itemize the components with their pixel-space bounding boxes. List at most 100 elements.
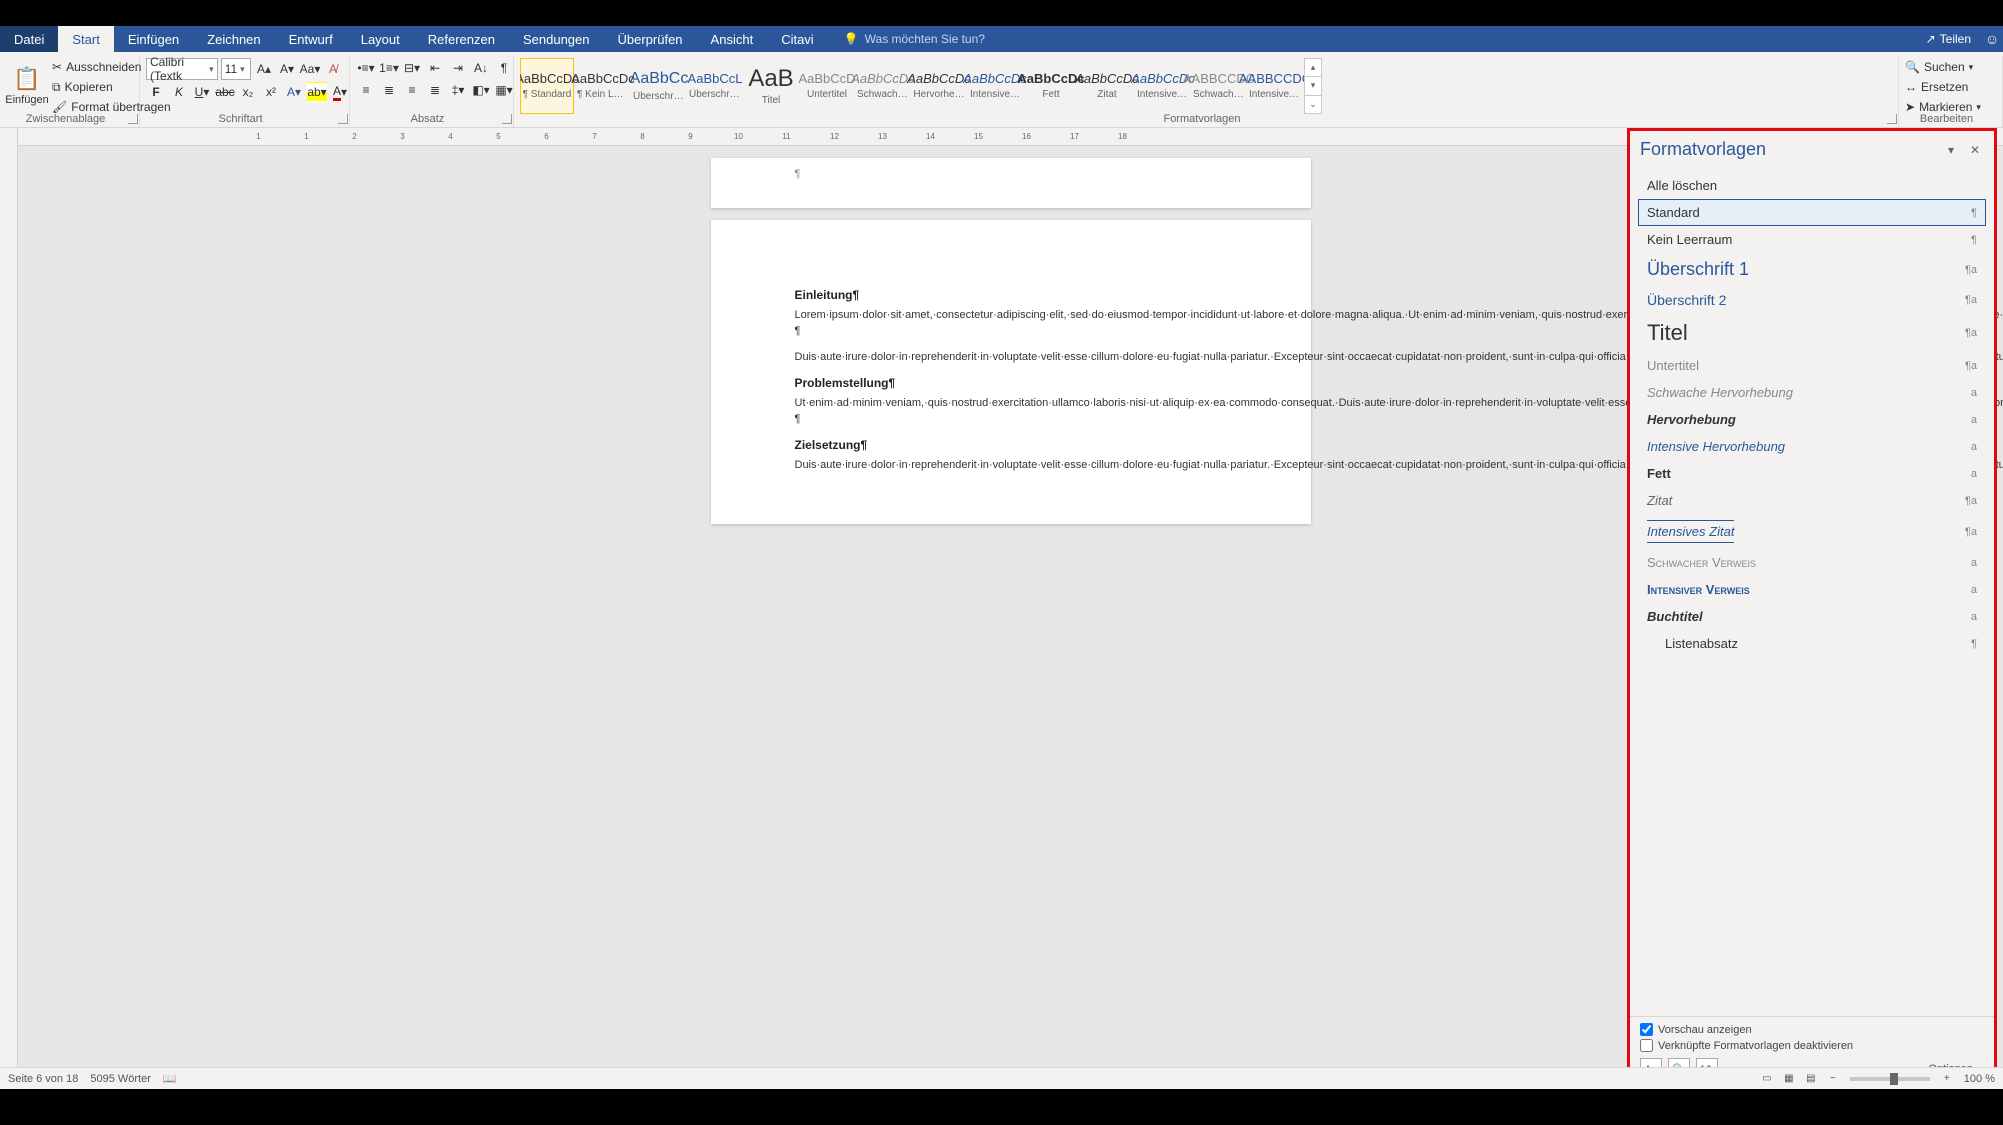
paragraph-launcher[interactable] [502, 114, 512, 124]
align-center-button[interactable]: ≣ [379, 80, 399, 100]
proofing-icon[interactable]: 📖 [163, 1072, 177, 1085]
borders-button[interactable]: ▦▾ [494, 80, 514, 100]
sort-button[interactable]: A↓ [471, 58, 491, 78]
tab-entwurf[interactable]: Entwurf [275, 26, 347, 52]
pane-dropdown[interactable]: ▾ [1942, 141, 1960, 159]
view-print-button[interactable]: ▦ [1779, 1071, 1799, 1087]
replace-button[interactable]: ↔Ersetzen [1905, 78, 1995, 96]
style-list-item[interactable]: Intensiver Verweisa [1638, 576, 1986, 603]
superscript-button[interactable]: x² [261, 82, 281, 102]
style-gallery-item[interactable]: AaBbCcDc¶ Standard [520, 58, 574, 114]
style-gallery-item[interactable]: AaBbCcDUntertitel [800, 58, 854, 114]
style-list-item[interactable]: Standard¶ [1638, 199, 1986, 226]
style-gallery-item[interactable]: AaBbCcDc¶ Kein Lee… [576, 58, 630, 114]
font-launcher[interactable] [338, 114, 348, 124]
tab-einfügen[interactable]: Einfügen [114, 26, 193, 52]
view-web-button[interactable]: ▤ [1801, 1071, 1821, 1087]
tab-sendungen[interactable]: Sendungen [509, 26, 604, 52]
page-indicator[interactable]: Seite 6 von 18 [8, 1073, 78, 1085]
heading-einleitung[interactable]: Einleitung¶ [795, 288, 1227, 302]
numbering-button[interactable]: 1≡▾ [379, 58, 399, 78]
text-effects-button[interactable]: A▾ [284, 82, 304, 102]
paragraph[interactable]: Duis·aute·irure·dolor·in·reprehenderit·i… [795, 350, 1227, 366]
style-list-item[interactable]: Kein Leerraum¶ [1638, 226, 1986, 253]
tab-referenzen[interactable]: Referenzen [414, 26, 509, 52]
zoom-in-button[interactable]: + [1937, 1071, 1957, 1087]
vertical-ruler[interactable] [0, 128, 18, 1089]
pane-close[interactable]: ✕ [1966, 141, 1984, 159]
tell-me[interactable]: 💡 Was möchten Sie tun? [828, 26, 993, 52]
style-list-item[interactable]: Buchtitela [1638, 603, 1986, 630]
tab-citavi[interactable]: Citavi [767, 26, 828, 52]
find-button[interactable]: 🔍Suchen▾ [1905, 58, 1995, 76]
style-gallery-item[interactable]: AaBbCcLÜberschrif… [688, 58, 742, 114]
style-gallery-item[interactable]: AaBbCcDcIntensives… [1136, 58, 1190, 114]
word-count[interactable]: 5095 Wörter [90, 1073, 151, 1085]
font-size-combo[interactable]: 11▾ [221, 58, 251, 80]
align-left-button[interactable]: ≡ [356, 80, 376, 100]
style-list-item[interactable]: Intensives Zitat¶a [1638, 514, 1986, 549]
subscript-button[interactable]: x₂ [238, 82, 258, 102]
outdent-button[interactable]: ⇤ [425, 58, 445, 78]
style-list-item[interactable]: Überschrift 1¶a [1638, 253, 1986, 286]
tab-zeichnen[interactable]: Zeichnen [193, 26, 274, 52]
style-list-item[interactable]: Zitat¶a [1638, 487, 1986, 514]
font-color-button[interactable]: A▾ [330, 82, 350, 102]
multilevel-button[interactable]: ⊟▾ [402, 58, 422, 78]
show-preview-checkbox[interactable]: Vorschau anzeigen [1640, 1023, 1984, 1036]
bold-button[interactable]: F [146, 82, 166, 102]
change-case-button[interactable]: Aa▾ [300, 59, 320, 79]
share-button[interactable]: ↗ Teilen [1916, 26, 1981, 52]
style-list-item[interactable]: Hervorhebunga [1638, 406, 1986, 433]
align-right-button[interactable]: ≡ [402, 80, 422, 100]
shading-button[interactable]: ◧▾ [471, 80, 491, 100]
grow-font-button[interactable]: A▴ [254, 59, 274, 79]
tab-ansicht[interactable]: Ansicht [697, 26, 768, 52]
tab-start[interactable]: Start [58, 26, 113, 52]
style-gallery-item[interactable]: AaBbCcDcIntensive… [968, 58, 1022, 114]
style-list-item[interactable]: Überschrift 2¶a [1638, 286, 1986, 314]
bullets-button[interactable]: •≡▾ [356, 58, 376, 78]
feedback-icon[interactable]: ☺ [1981, 26, 2003, 52]
font-name-combo[interactable]: Calibri (Textk▾ [146, 58, 218, 80]
style-gallery-item[interactable]: AaBbCcDcHervorhe… [912, 58, 966, 114]
tab-datei[interactable]: Datei [0, 26, 58, 52]
style-gallery-item[interactable]: AaBbCcDcZitat [1080, 58, 1134, 114]
style-gallery-item[interactable]: AaBbCcÜberschrif… [632, 58, 686, 114]
italic-button[interactable]: K [169, 82, 189, 102]
style-list-item[interactable]: Schwache Hervorhebunga [1638, 379, 1986, 406]
justify-button[interactable]: ≣ [425, 80, 445, 100]
paragraph[interactable]: Duis·aute·irure·dolor·in·reprehenderit·i… [795, 458, 1227, 474]
gallery-scroll[interactable]: ▴▾⌄ [1304, 58, 1322, 114]
styles-launcher[interactable] [1887, 114, 1897, 124]
clipboard-launcher[interactable] [128, 114, 138, 124]
style-gallery-item[interactable]: AaBTitel [744, 58, 798, 114]
disable-linked-checkbox[interactable]: Verknüpfte Formatvorlagen deaktivieren [1640, 1039, 1984, 1052]
paste-button[interactable]: 📋 Einfügen [6, 58, 48, 114]
zoom-slider[interactable] [1850, 1077, 1930, 1081]
style-list-item[interactable]: Fetta [1638, 460, 1986, 487]
line-spacing-button[interactable]: ‡▾ [448, 80, 468, 100]
highlight-button[interactable]: ab▾ [307, 82, 327, 102]
style-gallery-item[interactable]: AaBbCcDcFett [1024, 58, 1078, 114]
tab-überprüfen[interactable]: Überprüfen [604, 26, 697, 52]
style-list-item[interactable]: Untertitel¶a [1638, 352, 1986, 379]
shrink-font-button[interactable]: A▾ [277, 59, 297, 79]
style-gallery-item[interactable]: AABBCCDCIntensiver… [1248, 58, 1302, 114]
zoom-out-button[interactable]: − [1823, 1071, 1843, 1087]
style-list-item[interactable]: Schwacher Verweisa [1638, 549, 1986, 576]
underline-button[interactable]: U▾ [192, 82, 212, 102]
tab-layout[interactable]: Layout [347, 26, 414, 52]
zoom-level[interactable]: 100 % [1964, 1073, 1995, 1085]
heading-zielsetzung[interactable]: Zielsetzung¶ [795, 438, 1227, 452]
heading-problemstellung[interactable]: Problemstellung¶ [795, 376, 1227, 390]
style-list-item[interactable]: Listenabsatz¶ [1638, 630, 1986, 657]
view-read-button[interactable]: ▭ [1757, 1071, 1777, 1087]
show-marks-button[interactable]: ¶ [494, 58, 514, 78]
clear-all-styles[interactable]: Alle löschen [1638, 172, 1986, 199]
indent-button[interactable]: ⇥ [448, 58, 468, 78]
style-list-item[interactable]: Titel¶a [1638, 314, 1986, 352]
strike-button[interactable]: abc [215, 82, 235, 102]
clear-format-button[interactable]: A̸ [323, 59, 343, 79]
style-list-item[interactable]: Intensive Hervorhebunga [1638, 433, 1986, 460]
